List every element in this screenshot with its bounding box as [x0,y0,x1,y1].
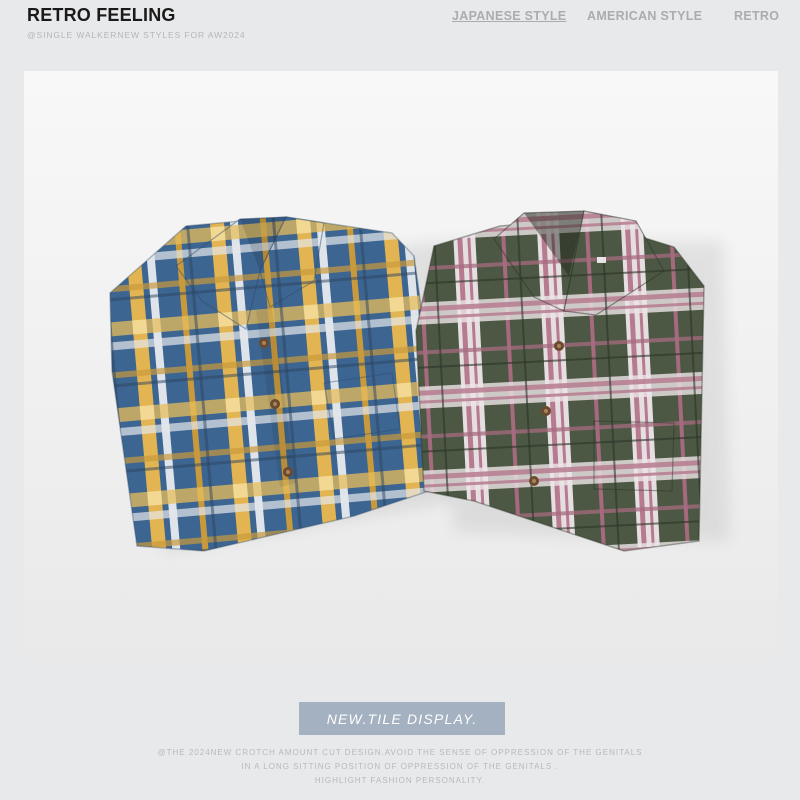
brand-tagline: @SINGLE WALKERNEW STYLES FOR AW2024 [27,30,246,40]
description-line-1: @THE 2024NEW CROTCH AMOUNT CUT DESIGN.AV… [157,748,643,757]
nav-japanese-style[interactable]: JAPANESE STYLE [452,9,566,23]
product-photo [24,71,778,660]
nav-american-style[interactable]: AMERICAN STYLE [587,9,702,23]
new-tile-display-button[interactable]: NEW.TILE DISPLAY. [299,702,505,735]
shirts-illustration [24,71,778,660]
description-line-3: HIGHLIGHT FASHION PERSONALITY. [314,776,486,785]
nav-retro[interactable]: RETRO [734,9,779,23]
description-line-2: IN A LONG SITTING POSITION OF OPPRESSION… [241,762,559,771]
blue-plaid-shirt [109,216,445,552]
brand-title: RETRO FEELING [27,5,176,25]
